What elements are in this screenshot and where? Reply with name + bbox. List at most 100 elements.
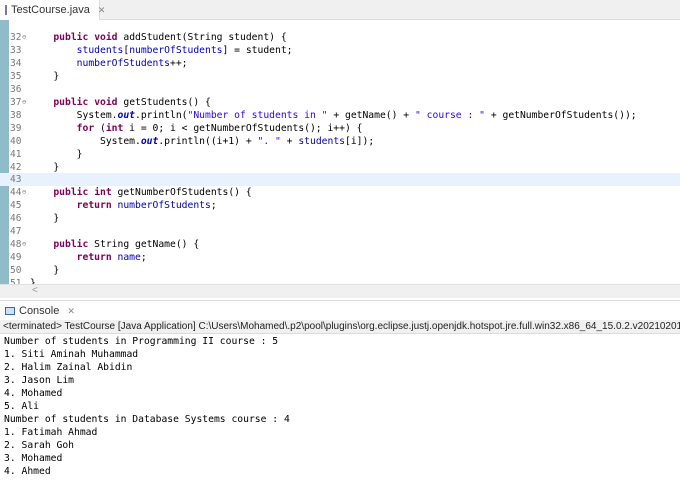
console-line: 2. Halim Zainal Abidin	[4, 362, 133, 373]
code-text: for (int i = 0; i < getNumberOfStudents(…	[30, 122, 363, 135]
static-field: out	[117, 109, 136, 121]
static-field: out	[140, 135, 159, 147]
keyword: public	[53, 187, 89, 199]
code-text: }	[30, 70, 59, 83]
code-token: }	[30, 213, 60, 225]
console-tab-label: Console	[19, 305, 60, 317]
tab-label: TestCourse.java	[11, 4, 90, 16]
code-line: 36	[0, 83, 680, 96]
code-line: 44 ⊖ public int getNumberOfStudents() {	[0, 186, 680, 199]
code-line: 33 students[numberOfStudents] = student;	[0, 44, 680, 57]
code-token: (	[94, 122, 106, 134]
line-number: 49	[10, 252, 22, 264]
code-text: public void addStudent(String student) {	[30, 31, 286, 44]
fold-icon[interactable]: ⊖	[22, 96, 26, 109]
code-token: ] = student;	[222, 44, 293, 56]
keyword: public	[53, 96, 89, 108]
scroll-left-icon[interactable]: <	[32, 285, 38, 296]
line-number: 51	[10, 278, 22, 284]
fold-icon[interactable]: ⊖	[22, 238, 26, 251]
string-literal: ". "	[257, 135, 281, 147]
tab-testcourse-java[interactable]: TestCourse.java ✕	[0, 0, 105, 20]
keyword: int	[105, 122, 124, 134]
line-number: 47	[10, 226, 22, 238]
code-token: String getName() {	[88, 239, 200, 251]
code-token: }	[30, 148, 83, 160]
code-text: System.out.println((i+1) + ". " + studen…	[30, 135, 374, 148]
code-token: }	[30, 265, 60, 277]
code-token: }	[30, 70, 60, 82]
code-token: .println(	[135, 109, 188, 121]
line-number: 32	[10, 32, 22, 43]
code-token: [i]);	[345, 135, 375, 147]
code-line: 32 ⊖ public void addStudent(String studen…	[0, 31, 680, 44]
console-line: 3. Jason Lim	[4, 375, 74, 386]
code-text: }	[30, 148, 83, 161]
field: students	[298, 135, 345, 147]
code-line: 37 ⊖ public void getStudents() {	[0, 96, 680, 109]
console-line: 4. Ahmed	[4, 466, 51, 477]
code-text: System.out.println("Number of students i…	[30, 109, 637, 122]
code-text: numberOfStudents++;	[30, 57, 188, 70]
fold-icon[interactable]: ⊖	[22, 186, 26, 199]
keyword: return	[76, 200, 112, 212]
keyword: for	[76, 122, 95, 134]
line-number: 38	[10, 109, 22, 121]
console-tab-bar: Console ✕	[0, 300, 680, 320]
keyword: void	[94, 32, 118, 43]
code-line: 42 }	[0, 161, 680, 174]
code-token: System.	[30, 135, 141, 147]
console-line: 4. Mohamed	[4, 388, 63, 399]
field: numberOfStudents	[117, 200, 211, 212]
code-text: students[numberOfStudents] = student;	[30, 44, 293, 57]
code-token: ;	[210, 200, 217, 212]
fold-icon[interactable]: ⊖	[22, 31, 26, 44]
console-line: 2. Sarah Goh	[4, 440, 74, 451]
code-token: ++;	[170, 57, 188, 69]
console-line: 5. Ali	[4, 401, 39, 412]
code-token: + getName() +	[327, 109, 415, 121]
keyword: public	[53, 239, 89, 251]
code-text: public int getNumberOfStudents() {	[30, 186, 252, 199]
code-line: 34 numberOfStudents++;	[0, 57, 680, 70]
code-token: i = 0; i < getNumberOfStudents(); i++) {	[123, 122, 363, 134]
close-icon[interactable]: ✕	[67, 306, 75, 317]
field: numberOfStudents	[129, 44, 223, 56]
line-number: 43	[10, 174, 22, 186]
string-literal: " course : "	[414, 109, 485, 121]
code-editor[interactable]: 32 ⊖ public void addStudent(String studen…	[0, 20, 680, 284]
line-number: 45	[10, 200, 22, 212]
editor-tab-bar: TestCourse.java ✕	[0, 0, 680, 20]
line-number: 39	[10, 122, 22, 134]
code-text: }	[30, 161, 59, 174]
code-text: public void getStudents() {	[30, 96, 211, 109]
line-number: 46	[10, 213, 22, 225]
code-line: 50 }	[0, 264, 680, 277]
code-text: }	[30, 264, 59, 277]
keyword: public	[53, 32, 89, 43]
field: name	[117, 252, 141, 264]
code-token: }	[30, 161, 60, 173]
line-number: 50	[10, 265, 22, 277]
code-text: }	[30, 212, 59, 225]
code-token: System.	[30, 109, 118, 121]
line-number: 33	[10, 44, 22, 56]
code-text: }	[30, 277, 36, 284]
string-literal: "Number of students in "	[187, 109, 328, 121]
code-token: getNumberOfStudents() {	[111, 187, 252, 199]
close-icon[interactable]: ✕	[98, 5, 106, 16]
console-line: 3. Mohamed	[4, 453, 63, 464]
line-number: 35	[10, 70, 22, 82]
java-file-icon	[5, 5, 7, 15]
line-number: 40	[10, 135, 22, 147]
code-token: .println((i+1) +	[158, 135, 258, 147]
horizontal-scrollbar[interactable]: <	[0, 284, 680, 298]
code-line: 40 System.out.println((i+1) + ". " + stu…	[0, 135, 680, 148]
console-output[interactable]: Number of students in Programming II cou…	[0, 335, 680, 483]
tab-console[interactable]: Console ✕	[5, 305, 75, 317]
